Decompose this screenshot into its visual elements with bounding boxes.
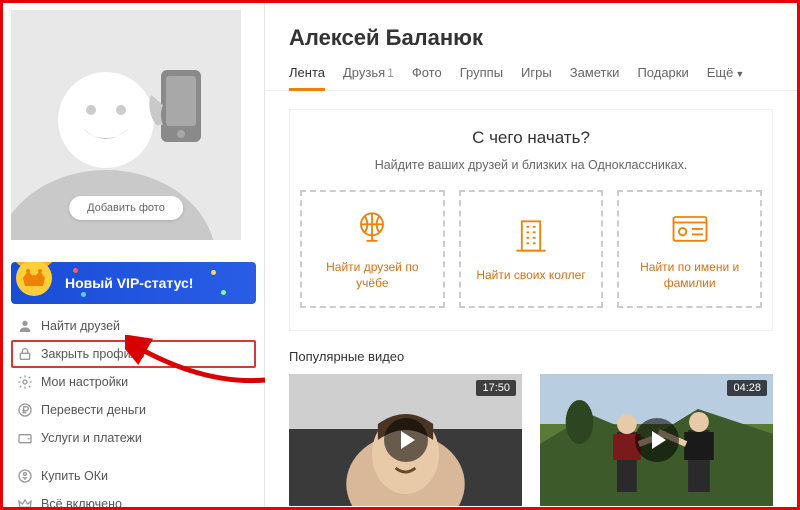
globe-icon — [350, 206, 394, 250]
main-content: Алексей Баланюк Лента Друзья1 Фото Групп… — [265, 3, 797, 507]
tab-label: Фото — [412, 65, 442, 80]
tab-gifts[interactable]: Подарки — [637, 65, 688, 90]
tab-label: Лента — [289, 65, 325, 80]
add-photo-button[interactable]: Добавить фото — [69, 196, 183, 220]
tab-groups[interactable]: Группы — [460, 65, 503, 90]
menu-label: Найти друзей — [41, 319, 120, 333]
video-thumbnail[interactable]: 17:50 — [289, 374, 522, 506]
vip-banner-text: Новый VIP-статус! — [65, 275, 193, 291]
tab-friends[interactable]: Друзья1 — [343, 65, 394, 90]
crown-icon — [17, 496, 33, 510]
profile-tabs: Лента Друзья1 Фото Группы Игры Заметки П… — [265, 65, 797, 91]
tab-notes[interactable]: Заметки — [570, 65, 620, 90]
tab-label: Группы — [460, 65, 503, 80]
menu-find-friends[interactable]: Найти друзей — [3, 312, 264, 340]
start-title: С чего начать? — [300, 128, 762, 148]
sidebar-menu: Найти друзей Закрыть профиль Мои настрой… — [3, 312, 264, 510]
video-thumbnail[interactable]: 04:28 — [540, 374, 773, 506]
wallet-icon — [17, 430, 33, 446]
ruble-icon — [17, 402, 33, 418]
vip-status-banner[interactable]: Новый VIP-статус! — [11, 262, 256, 304]
start-card-study[interactable]: Найти друзей по учёбе — [300, 190, 445, 308]
ok-coin-icon — [17, 468, 33, 484]
tab-label: Друзья — [343, 65, 385, 80]
menu-my-settings[interactable]: Мои настройки — [3, 368, 264, 396]
user-icon — [17, 318, 33, 334]
tab-more[interactable]: Ещё▼ — [707, 65, 745, 90]
menu-all-inclusive[interactable]: Всё включено — [3, 490, 264, 510]
lock-icon — [17, 346, 33, 362]
tab-feed[interactable]: Лента — [289, 65, 325, 90]
building-icon — [509, 214, 553, 258]
start-card-label: Найти друзей по учёбе — [302, 260, 443, 291]
start-card-label: Найти своих коллег — [468, 268, 593, 284]
chevron-down-icon: ▼ — [735, 69, 744, 79]
start-subtitle: Найдите ваших друзей и близких на Однокл… — [300, 158, 762, 172]
tab-label: Подарки — [637, 65, 688, 80]
menu-label: Всё включено — [41, 497, 122, 510]
sidebar: Добавить фото Новый VIP-статус! Найти др… — [3, 3, 265, 507]
avatar-placeholder: Добавить фото — [11, 10, 241, 240]
tab-games[interactable]: Игры — [521, 65, 552, 90]
menu-label: Закрыть профиль — [41, 347, 144, 361]
menu-close-profile[interactable]: Закрыть профиль — [11, 340, 256, 368]
profile-name: Алексей Баланюк — [265, 3, 797, 65]
menu-services-payments[interactable]: Услуги и платежи — [3, 424, 264, 452]
video-duration: 04:28 — [727, 380, 767, 396]
crown-icon — [11, 262, 65, 304]
start-card-name[interactable]: Найти по имени и фамилии — [617, 190, 762, 308]
menu-buy-oks[interactable]: Купить ОКи — [3, 462, 264, 490]
play-icon — [635, 418, 679, 462]
menu-label: Услуги и платежи — [41, 431, 142, 445]
start-card-label: Найти по имени и фамилии — [619, 260, 760, 291]
video-duration: 17:50 — [476, 380, 516, 396]
tab-label: Игры — [521, 65, 552, 80]
tab-label: Ещё — [707, 65, 734, 80]
gear-icon — [17, 374, 33, 390]
play-icon — [384, 418, 428, 462]
menu-label: Купить ОКи — [41, 469, 108, 483]
menu-label: Мои настройки — [41, 375, 128, 389]
start-card-work[interactable]: Найти своих коллег — [459, 190, 604, 308]
videos-row: 17:50 04:28 — [265, 374, 797, 506]
videos-section-title: Популярные видео — [265, 331, 797, 374]
id-card-icon — [668, 206, 712, 250]
menu-label: Перевести деньги — [41, 403, 146, 417]
getting-started-block: С чего начать? Найдите ваших друзей и бл… — [289, 109, 773, 331]
tab-label: Заметки — [570, 65, 620, 80]
menu-transfer-money[interactable]: Перевести деньги — [3, 396, 264, 424]
tab-photo[interactable]: Фото — [412, 65, 442, 90]
tab-count: 1 — [387, 66, 394, 80]
